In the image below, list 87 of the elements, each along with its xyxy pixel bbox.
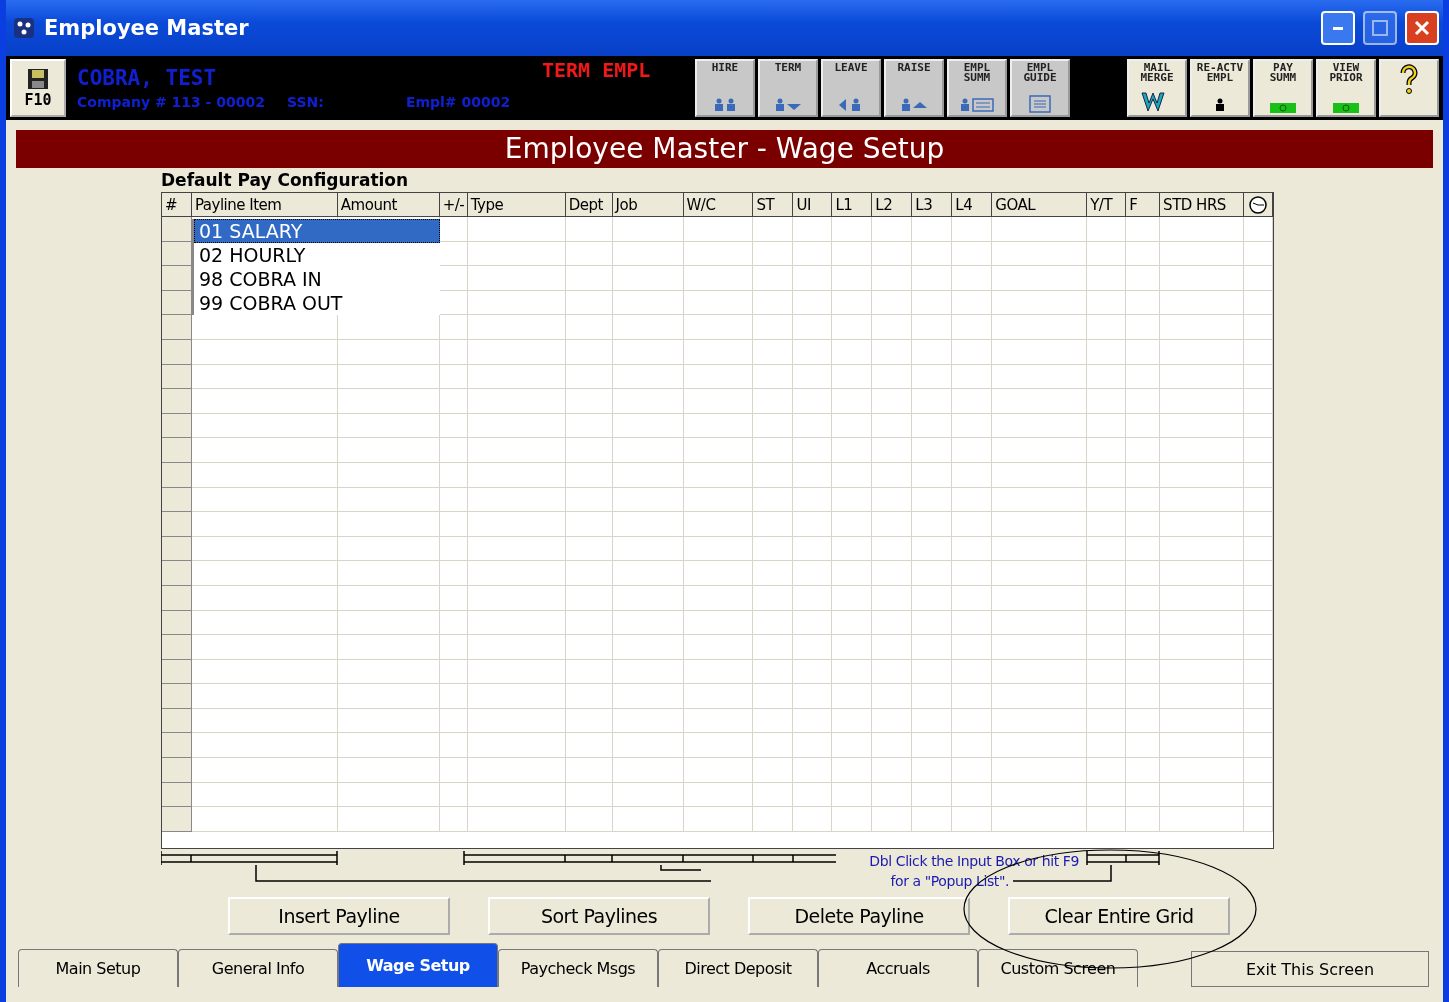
person-icon <box>1213 97 1227 113</box>
row-header[interactable] <box>162 610 192 636</box>
row-header[interactable] <box>162 512 192 537</box>
minimize-icon <box>1333 26 1343 30</box>
maximize-button[interactable] <box>1363 11 1397 45</box>
row-header[interactable] <box>162 339 192 365</box>
window-title: Employee Master <box>44 16 250 40</box>
column-header: Payline Item <box>191 193 338 216</box>
page-title: Employee Master - Wage Setup <box>16 130 1433 168</box>
column-header: W/C <box>683 193 754 216</box>
save-button[interactable]: F10 <box>10 59 66 117</box>
employee-status: TERM EMPL <box>542 58 652 82</box>
column-header: ST <box>753 193 794 216</box>
row-header[interactable] <box>162 217 192 242</box>
row-header[interactable] <box>162 758 192 783</box>
exit-button[interactable]: Exit This Screen <box>1191 951 1429 987</box>
tab[interactable]: General Info <box>178 949 338 987</box>
close-button[interactable] <box>1405 11 1439 45</box>
list-icon <box>1028 95 1052 113</box>
tab[interactable]: Paycheck Msgs <box>498 949 658 987</box>
section-title: Default Pay Configuration <box>161 169 410 192</box>
column-header: Job <box>612 193 684 216</box>
row-header[interactable] <box>162 438 192 463</box>
row-header[interactable] <box>162 659 192 685</box>
column-header: UI <box>793 193 833 216</box>
row-header[interactable] <box>162 290 192 316</box>
column-header: Amount <box>337 193 440 216</box>
column-header: Type <box>467 193 566 216</box>
action-button[interactable]: Clear Entire Grid <box>1008 897 1230 935</box>
column-header: L3 <box>912 193 953 216</box>
action-button[interactable]: Insert Payline <box>228 897 450 935</box>
tab[interactable]: Main Setup <box>18 949 178 987</box>
row-header[interactable] <box>162 807 192 832</box>
column-header: Dept <box>565 193 613 216</box>
toolbar-button[interactable]: PAY SUMM <box>1253 59 1313 117</box>
toolbar-button[interactable]: RAISE <box>884 59 944 117</box>
toolbar-button[interactable]: VIEW PRIOR <box>1316 59 1376 117</box>
toolbar-button[interactable]: EMPL SUMM <box>947 59 1007 117</box>
tab[interactable]: Accruals <box>818 949 978 987</box>
action-button[interactable]: Delete Payline <box>748 897 970 935</box>
column-header: L4 <box>952 193 993 216</box>
row-header[interactable] <box>162 266 192 291</box>
minimize-button[interactable] <box>1321 11 1355 45</box>
help-button[interactable] <box>1379 59 1439 117</box>
maximize-icon <box>1372 20 1388 36</box>
row-header[interactable] <box>162 315 192 340</box>
row-header[interactable] <box>162 782 192 808</box>
row-header[interactable] <box>162 487 192 513</box>
row-header[interactable] <box>162 536 192 562</box>
toolbar-button[interactable]: EMPL GUIDE <box>1010 59 1070 117</box>
money-icon <box>1333 103 1359 113</box>
row-header[interactable] <box>162 635 192 660</box>
column-header: L2 <box>872 193 913 216</box>
column-header: +/- <box>439 193 468 216</box>
money-icon <box>1270 103 1296 113</box>
employee-name: COBRA, TEST <box>77 66 218 90</box>
row-header[interactable] <box>162 241 192 267</box>
toolbar-button[interactable]: TERM <box>758 59 818 117</box>
row-header[interactable] <box>162 733 192 759</box>
column-header: # <box>162 193 192 216</box>
action-button[interactable]: Sort Paylines <box>488 897 710 935</box>
column-header: L1 <box>832 193 873 216</box>
column-header: STD HRS <box>1160 193 1245 216</box>
row-header[interactable] <box>162 462 192 488</box>
row-header[interactable] <box>162 561 192 586</box>
tab[interactable]: Direct Deposit <box>658 949 818 987</box>
row-header[interactable] <box>162 364 192 390</box>
row-header[interactable] <box>162 389 192 414</box>
toolbar-button[interactable]: RE-ACTV EMPL <box>1190 59 1250 117</box>
column-header: Y/T <box>1087 193 1127 216</box>
column-header: GOAL <box>992 193 1088 216</box>
company-number: Company # 113 - 00002 <box>77 94 265 110</box>
column-header: F <box>1126 193 1161 216</box>
list-item[interactable]: 01 SALARY <box>194 219 440 243</box>
row-header[interactable] <box>162 585 192 611</box>
tab[interactable]: Wage Setup <box>338 943 498 987</box>
row-header[interactable] <box>162 684 192 709</box>
toolbar-button[interactable]: HIRE <box>695 59 755 117</box>
toolbar-button[interactable]: LEAVE <box>821 59 881 117</box>
row-header[interactable] <box>162 413 192 439</box>
app-icon <box>12 16 36 40</box>
row-header[interactable] <box>162 708 192 734</box>
clock-icon <box>1248 194 1268 215</box>
toolbar-button[interactable]: MAIL MERGE <box>1127 59 1187 117</box>
employee-number: Empl# 00002 <box>405 94 511 110</box>
ssn-label: SSN: <box>287 94 324 110</box>
close-icon <box>1414 20 1430 36</box>
